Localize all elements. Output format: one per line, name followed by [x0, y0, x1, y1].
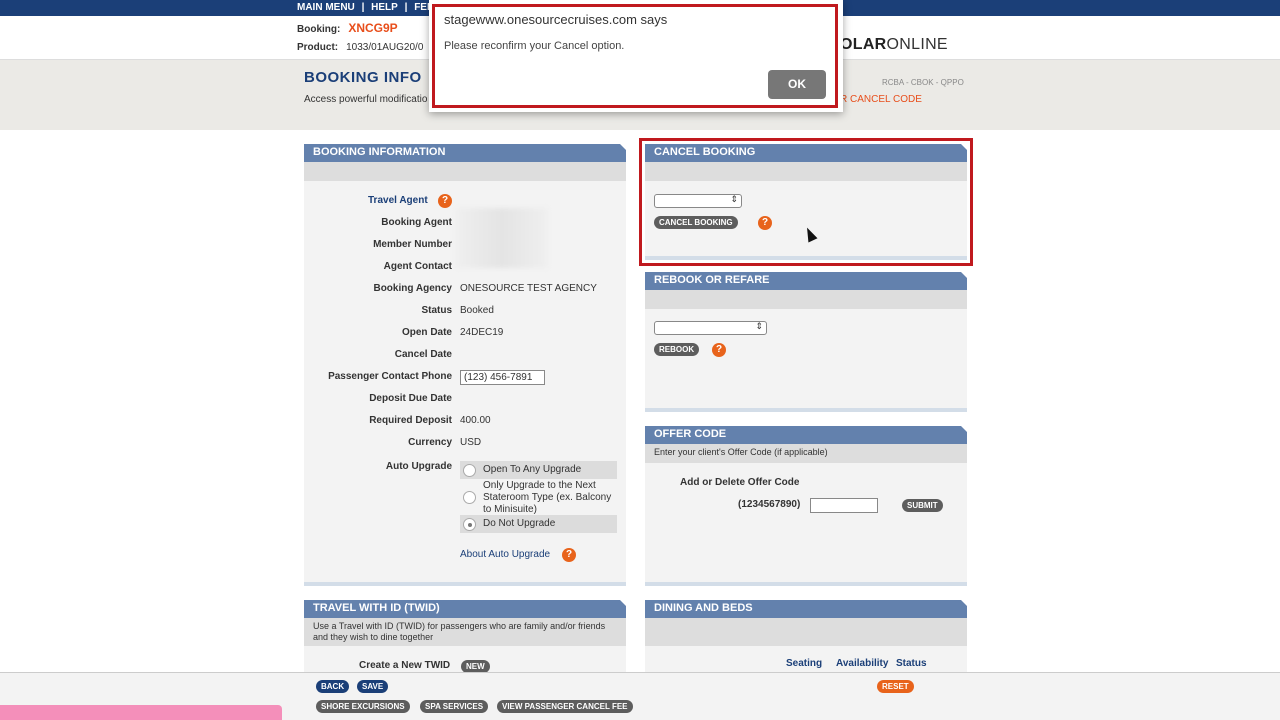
availability-column-header: Availability [836, 658, 889, 669]
spa-services-button[interactable]: SPA SERVICES [420, 700, 489, 713]
open-date-value: 24DEC19 [460, 327, 504, 338]
add-offer-label: Add or Delete Offer Code [680, 477, 800, 488]
panel-subtitle: Use a Travel with ID (TWID) for passenge… [304, 618, 626, 646]
top-nav-links: MAIN MENU | HELP | FEE [297, 2, 438, 13]
product-label: Product: [297, 42, 339, 53]
panel-subtitle: Enter your client's Offer Code (if appli… [645, 444, 967, 463]
back-button[interactable]: BACK [316, 680, 350, 693]
auto-upgrade-label: Auto Upgrade [385, 461, 452, 472]
panel-title: DINING AND BEDS [645, 600, 967, 618]
panel-title: BOOKING INFORMATION [304, 144, 626, 162]
help-link[interactable]: HELP [371, 2, 398, 13]
open-date-label: Open Date [401, 327, 452, 338]
currency-label: Currency [408, 437, 452, 448]
reset-button[interactable]: RESET [877, 680, 914, 693]
submit-offer-button[interactable]: SUBMIT [902, 499, 943, 512]
radio-icon[interactable] [463, 491, 476, 504]
required-deposit-value: 400.00 [460, 415, 491, 426]
help-icon[interactable]: ? [438, 194, 452, 208]
booking-label: Booking: [297, 24, 341, 35]
status-label: Status [421, 305, 452, 316]
nav-separator: | [361, 2, 365, 13]
dialog-message: Please reconfirm your Cancel option. [444, 40, 625, 52]
agent-contact-label: Agent Contact [383, 261, 452, 272]
pink-overlay-bar [0, 705, 282, 720]
brand-logo: OLARONLINE [840, 36, 948, 53]
rebook-panel: REBOOK OR REFARE [645, 272, 967, 412]
passenger-phone-input[interactable]: (123) 456-7891 [460, 370, 545, 385]
highlight-frame [639, 138, 973, 266]
member-number-label: Member Number [373, 239, 452, 250]
currency-value: USD [460, 437, 482, 448]
redacted-agent-info [456, 208, 548, 268]
rebook-option-select[interactable] [654, 321, 767, 335]
product-value: 1033/01AUG20/0 [346, 42, 424, 53]
upgrade-option-none[interactable]: Do Not Upgrade [460, 515, 617, 533]
cancel-date-label: Cancel Date [394, 349, 452, 360]
panel-title: OFFER CODE [645, 426, 967, 444]
dialog-title: stagewww.onesourcecruises.com says [444, 12, 668, 27]
main-menu-link[interactable]: MAIN MENU [297, 2, 355, 13]
panel-title: TRAVEL WITH ID (TWID) [304, 600, 626, 618]
panel-title: REBOOK OR REFARE [645, 272, 967, 290]
create-twid-label: Create a New TWID [359, 660, 451, 671]
passenger-phone-label: Passenger Contact Phone [328, 371, 452, 382]
help-icon[interactable]: ? [562, 548, 576, 562]
upgrade-option-next[interactable]: Only Upgrade to the Next Stateroom Type … [460, 479, 617, 515]
upgrade-option-any[interactable]: Open To Any Upgrade [460, 461, 617, 479]
status-value: Booked [460, 305, 494, 316]
required-deposit-label: Required Deposit [369, 415, 452, 426]
shore-excursions-button[interactable]: SHORE EXCURSIONS [316, 700, 410, 713]
page-subtitle: Access powerful modificatio [304, 94, 428, 105]
help-icon[interactable]: ? [712, 343, 726, 357]
deposit-due-label: Deposit Due Date [369, 393, 452, 404]
offer-code-input[interactable] [810, 498, 878, 513]
about-auto-upgrade-link[interactable]: About Auto Upgrade [460, 549, 550, 560]
save-button[interactable]: SAVE [357, 680, 389, 693]
product-row: Product: 1033/01AUG20/0 [297, 42, 423, 53]
page-title: BOOKING INFO [304, 69, 422, 86]
booking-number: XNCG9P [348, 21, 398, 35]
view-cancel-fee-button[interactable]: VIEW PASSENGER CANCEL FEE [497, 700, 633, 713]
offer-format-hint: (1234567890) [738, 499, 801, 510]
rebook-button[interactable]: REBOOK [654, 343, 700, 356]
booking-row: Booking: XNCG9P [297, 21, 398, 35]
booking-agency-value: ONESOURCE TEST AGENCY [460, 283, 597, 294]
radio-icon[interactable] [463, 464, 476, 477]
dialog-ok-button[interactable]: OK [768, 70, 826, 99]
transaction-codes: RCBA - CBOK - QPPO [882, 78, 964, 87]
booking-agency-label: Booking Agency [373, 283, 452, 294]
cancel-code-link[interactable]: R CANCEL CODE [840, 94, 922, 105]
status-column-header: Status [896, 658, 927, 669]
nav-separator: | [404, 2, 408, 13]
seating-column-header: Seating [786, 658, 823, 669]
travel-agent-link[interactable]: Travel Agent [368, 195, 428, 206]
booking-agent-label: Booking Agent [381, 217, 452, 228]
radio-selected-icon[interactable] [463, 518, 476, 531]
